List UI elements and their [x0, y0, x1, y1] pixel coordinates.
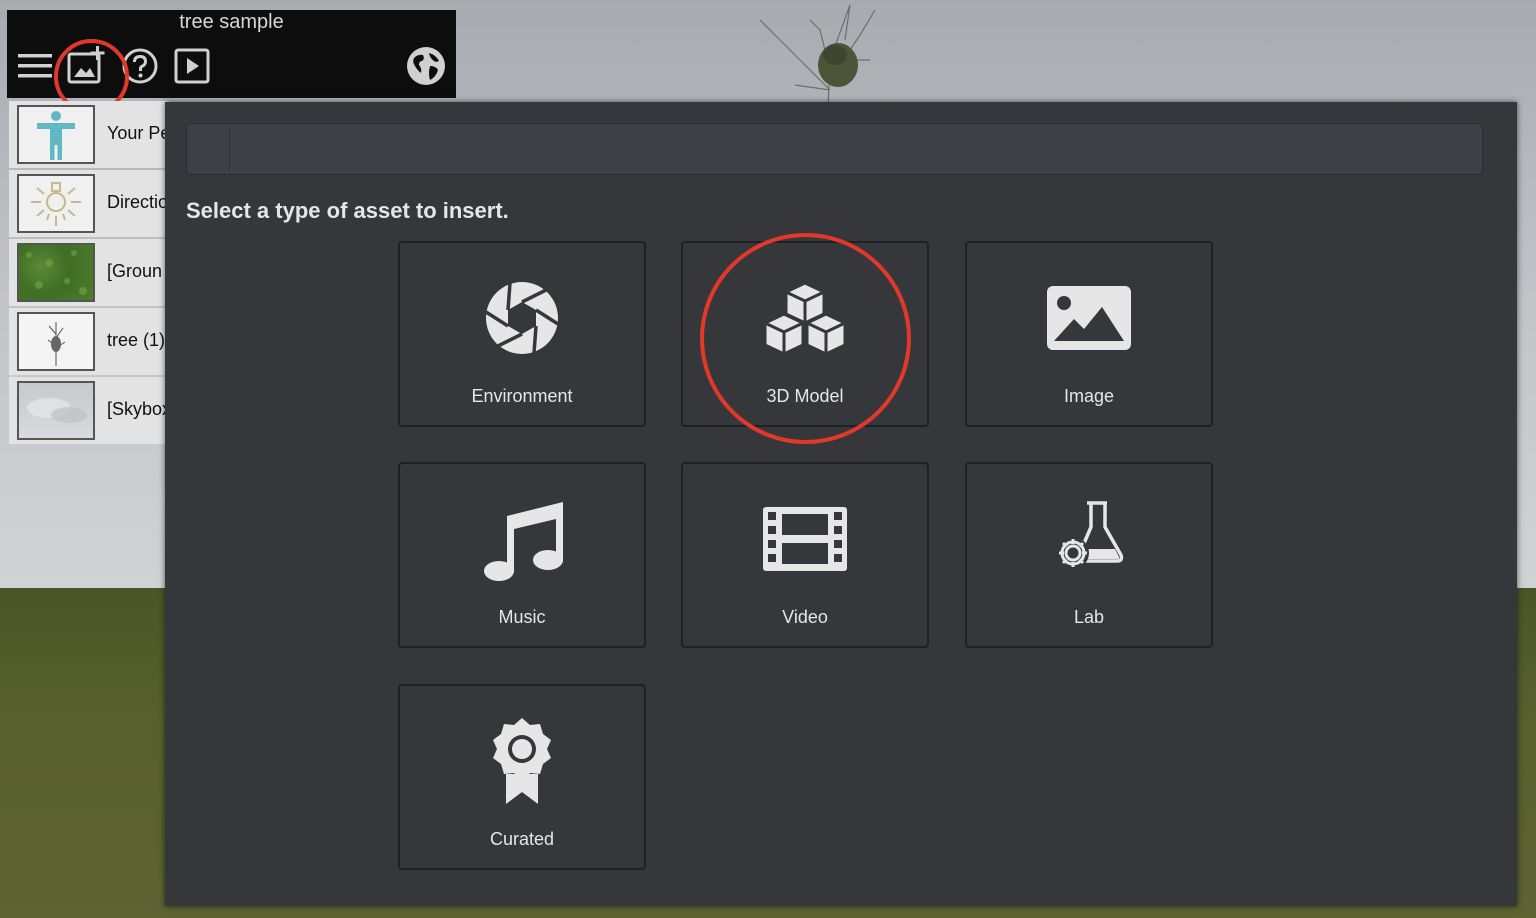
scene-hierarchy-list: Your Pe Directio [Groun tree (1) [Skybox	[9, 101, 172, 446]
asset-type-curated[interactable]: Curated	[398, 684, 646, 870]
grass-texture-icon	[26, 250, 87, 295]
help-icon	[122, 48, 158, 84]
hierarchy-thumb	[17, 381, 95, 440]
hierarchy-item-your-person[interactable]: Your Pe	[9, 101, 171, 168]
tile-label: Music	[498, 607, 546, 627]
hierarchy-item-label: Your Pe	[107, 123, 171, 143]
asset-type-environment[interactable]: Environment	[398, 241, 646, 427]
award-ribbon-icon	[493, 718, 551, 804]
skybox-icon	[27, 398, 87, 423]
hierarchy-item-skybox[interactable]: [Skybox	[9, 377, 172, 444]
main-toolbar: tree sample	[7, 10, 456, 114]
hamburger-menu-icon	[18, 54, 52, 78]
asset-type-music[interactable]: Music	[398, 462, 646, 648]
hierarchy-thumb	[17, 174, 95, 233]
play-button[interactable]	[170, 44, 214, 88]
insert-asset-dialog: Select a type of asset to insert. Enviro…	[165, 102, 1517, 906]
asset-search-bar[interactable]	[186, 123, 1483, 175]
search-bar-divider	[229, 128, 230, 172]
tile-label: Lab	[1073, 607, 1105, 627]
lab-flask-gear-icon	[1057, 501, 1124, 569]
hierarchy-item-directional-light[interactable]: Directio	[9, 170, 169, 237]
menu-button[interactable]	[13, 44, 57, 88]
tile-label: Video	[782, 607, 828, 627]
music-note-icon	[484, 502, 563, 581]
film-strip-icon	[763, 507, 847, 571]
tree-object	[759, 4, 876, 110]
tile-label: Curated	[489, 829, 555, 849]
tree-icon	[47, 322, 66, 366]
globe-icon	[407, 47, 445, 85]
asset-type-3d-model[interactable]: 3D Model	[681, 241, 929, 427]
insert-asset-icon	[67, 46, 105, 84]
hierarchy-thumb	[17, 105, 95, 164]
dialog-prompt: Select a type of asset to insert.	[186, 198, 509, 223]
project-title: tree sample	[179, 11, 284, 33]
hierarchy-item-label: tree (1)	[107, 330, 166, 350]
hierarchy-thumb	[17, 243, 95, 302]
tile-label: Environment	[471, 386, 573, 406]
asset-type-image[interactable]: Image	[965, 241, 1213, 427]
asset-type-lab[interactable]: Lab	[965, 462, 1213, 648]
image-icon	[1047, 286, 1131, 350]
insert-asset-button[interactable]	[64, 44, 108, 88]
cubes-icon	[763, 281, 847, 356]
hierarchy-item-label: [Skybox	[107, 399, 172, 419]
hierarchy-item-label: [Groun	[107, 261, 163, 281]
camera-aperture-icon	[485, 282, 559, 354]
asset-type-video[interactable]: Video	[681, 462, 929, 648]
hierarchy-item-label: Directio	[107, 192, 169, 212]
person-icon	[37, 111, 75, 160]
light-bulb-icon	[31, 182, 81, 226]
hierarchy-item-ground[interactable]: [Groun	[9, 239, 169, 306]
tile-label: Image	[1063, 386, 1115, 406]
tile-label: 3D Model	[766, 386, 844, 406]
help-button[interactable]	[118, 44, 162, 88]
play-icon	[174, 48, 210, 84]
hierarchy-thumb	[17, 312, 95, 371]
hierarchy-item-tree[interactable]: tree (1)	[9, 308, 169, 375]
world-button[interactable]	[404, 44, 448, 88]
